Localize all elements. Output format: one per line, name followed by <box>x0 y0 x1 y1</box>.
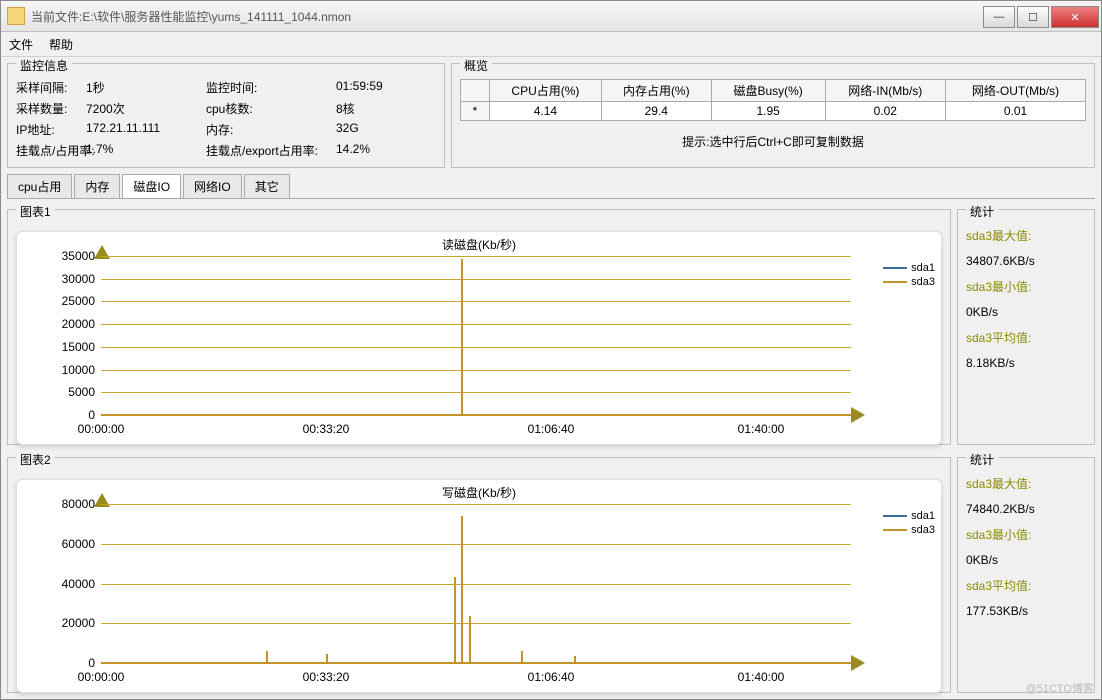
chart1-max-value: 34807.6KB/s <box>966 254 1086 268</box>
maximize-button[interactable]: ☐ <box>1017 6 1049 28</box>
menu-file[interactable]: 文件 <box>9 36 33 53</box>
ov-v1: 29.4 <box>601 102 711 121</box>
chart2-panel: 写磁盘(Kb/秒) 0 20000 40000 60000 80000 00:0… <box>16 479 942 693</box>
value-ip: 172.21.11.111 <box>86 121 206 138</box>
chart2-baseline <box>101 662 851 664</box>
ov-row-marker: * <box>461 102 490 121</box>
chart1-plot[interactable]: 0 5000 10000 15000 20000 25000 30000 350… <box>101 257 851 416</box>
app-icon <box>7 7 25 25</box>
legend-line-icon <box>883 267 907 269</box>
chart1-avg-value: 8.18KB/s <box>966 356 1086 370</box>
label-duration: 监控时间: <box>206 79 336 96</box>
ov-v3: 0.02 <box>825 102 946 121</box>
chart1-min-value: 0KB/s <box>966 305 1086 319</box>
chart2-group: 图表2 写磁盘(Kb/秒) 0 20000 40000 60000 80000 … <box>7 457 951 693</box>
chart2-group-label: 图表2 <box>16 451 55 468</box>
chart2-stats-group: 统计 sda3最大值: 74840.2KB/s sda3最小值: 0KB/s s… <box>957 457 1095 693</box>
legend-line-icon <box>883 281 907 283</box>
value-count: 7200次 <box>86 100 206 117</box>
ov-h1: 内存占用(%) <box>601 80 711 102</box>
ov-h3: 网络-IN(Mb/s) <box>825 80 946 102</box>
monitor-info-legend: 监控信息 <box>16 57 72 74</box>
chart2-stats-label: 统计 <box>966 451 998 468</box>
chart2-max-value: 74840.2KB/s <box>966 502 1086 516</box>
app-window: 当前文件:E:\软件\服务器性能监控\yums_141111_1044.nmon… <box>0 0 1102 700</box>
value-interval: 1秒 <box>86 79 206 96</box>
value-mount-export: 14.2% <box>336 142 396 159</box>
chart2-spike <box>461 516 463 664</box>
x-axis-arrow-icon <box>851 407 865 423</box>
chart1-avg-label: sda3平均值: <box>966 329 1086 346</box>
tab-memory[interactable]: 内存 <box>74 174 120 198</box>
value-duration: 01:59:59 <box>336 79 396 96</box>
ov-v0: 4.14 <box>490 102 602 121</box>
legend-line-icon <box>883 529 907 531</box>
overview-data-row[interactable]: * 4.14 29.4 1.95 0.02 0.01 <box>461 102 1086 121</box>
value-cores: 8核 <box>336 100 396 117</box>
chart2-title: 写磁盘(Kb/秒) <box>17 480 941 505</box>
ov-h0: CPU占用(%) <box>490 80 602 102</box>
chart2-avg-value: 177.53KB/s <box>966 604 1086 618</box>
tabs: cpu占用 内存 磁盘IO 网络IO 其它 <box>7 174 1095 199</box>
value-memory: 32G <box>336 121 396 138</box>
label-memory: 内存: <box>206 121 336 138</box>
label-ip: IP地址: <box>16 121 86 138</box>
tab-cpu[interactable]: cpu占用 <box>7 174 72 198</box>
overview-group: 概览 CPU占用(%) 内存占用(%) 磁盘Busy(%) 网络-IN(Mb/s… <box>451 63 1095 168</box>
ov-v2: 1.95 <box>711 102 825 121</box>
chart1-group: 图表1 读磁盘(Kb/秒) 0 5000 10000 15000 20000 <box>7 209 951 445</box>
watermark: @51CTO博客 <box>1026 680 1094 696</box>
chart1-title: 读磁盘(Kb/秒) <box>17 232 941 257</box>
close-button[interactable]: ✕ <box>1051 6 1099 28</box>
chart1-stats-label: 统计 <box>966 203 998 220</box>
chart1-min-label: sda3最小值: <box>966 278 1086 295</box>
chart1-stats-group: 统计 sda3最大值: 34807.6KB/s sda3最小值: 0KB/s s… <box>957 209 1095 445</box>
overview-hint: 提示:选中行后Ctrl+C即可复制数据 <box>460 133 1086 150</box>
chart1-group-label: 图表1 <box>16 203 55 220</box>
legend-line-icon <box>883 515 907 517</box>
label-cores: cpu核数: <box>206 100 336 117</box>
chart2-max-label: sda3最大值: <box>966 475 1086 492</box>
chart1-max-label: sda3最大值: <box>966 227 1086 244</box>
overview-table[interactable]: CPU占用(%) 内存占用(%) 磁盘Busy(%) 网络-IN(Mb/s) 网… <box>460 79 1086 121</box>
chart2-plot[interactable]: 0 20000 40000 60000 80000 00:00:00 00:33… <box>101 505 851 664</box>
label-interval: 采样间隔: <box>16 79 86 96</box>
titlebar[interactable]: 当前文件:E:\软件\服务器性能监控\yums_141111_1044.nmon… <box>1 1 1101 32</box>
chart2-legend: sda1 sda3 <box>883 510 935 538</box>
ov-v4: 0.01 <box>946 102 1086 121</box>
menubar: 文件 帮助 <box>1 32 1101 57</box>
overview-legend: 概览 <box>460 57 492 74</box>
label-mount-export: 挂载点/export占用率: <box>206 142 336 159</box>
minimize-button[interactable]: — <box>983 6 1015 28</box>
overview-header-row: CPU占用(%) 内存占用(%) 磁盘Busy(%) 网络-IN(Mb/s) 网… <box>461 80 1086 102</box>
menu-help[interactable]: 帮助 <box>49 36 73 53</box>
value-mount: 1.7% <box>86 142 206 159</box>
tab-diskio[interactable]: 磁盘IO <box>122 174 181 198</box>
x-axis-arrow-icon <box>851 655 865 671</box>
ov-h4: 网络-OUT(Mb/s) <box>946 80 1086 102</box>
chart1-baseline <box>101 414 851 416</box>
monitor-info-group: 监控信息 采样间隔: 1秒 监控时间: 01:59:59 采样数量: 7200次… <box>7 63 445 168</box>
chart1-panel: 读磁盘(Kb/秒) 0 5000 10000 15000 20000 25000… <box>16 231 942 445</box>
tab-other[interactable]: 其它 <box>244 174 290 198</box>
chart2-avg-label: sda3平均值: <box>966 577 1086 594</box>
tab-netio[interactable]: 网络IO <box>183 174 242 198</box>
chart2-min-label: sda3最小值: <box>966 526 1086 543</box>
window-title: 当前文件:E:\软件\服务器性能监控\yums_141111_1044.nmon <box>31 8 981 25</box>
chart1-spike <box>461 259 463 416</box>
chart1-legend: sda1 sda3 <box>883 262 935 290</box>
chart2-min-value: 0KB/s <box>966 553 1086 567</box>
window-controls: — ☐ ✕ <box>981 6 1099 26</box>
ov-h2: 磁盘Busy(%) <box>711 80 825 102</box>
label-mount: 挂载点/占用率: <box>16 142 86 159</box>
label-count: 采样数量: <box>16 100 86 117</box>
